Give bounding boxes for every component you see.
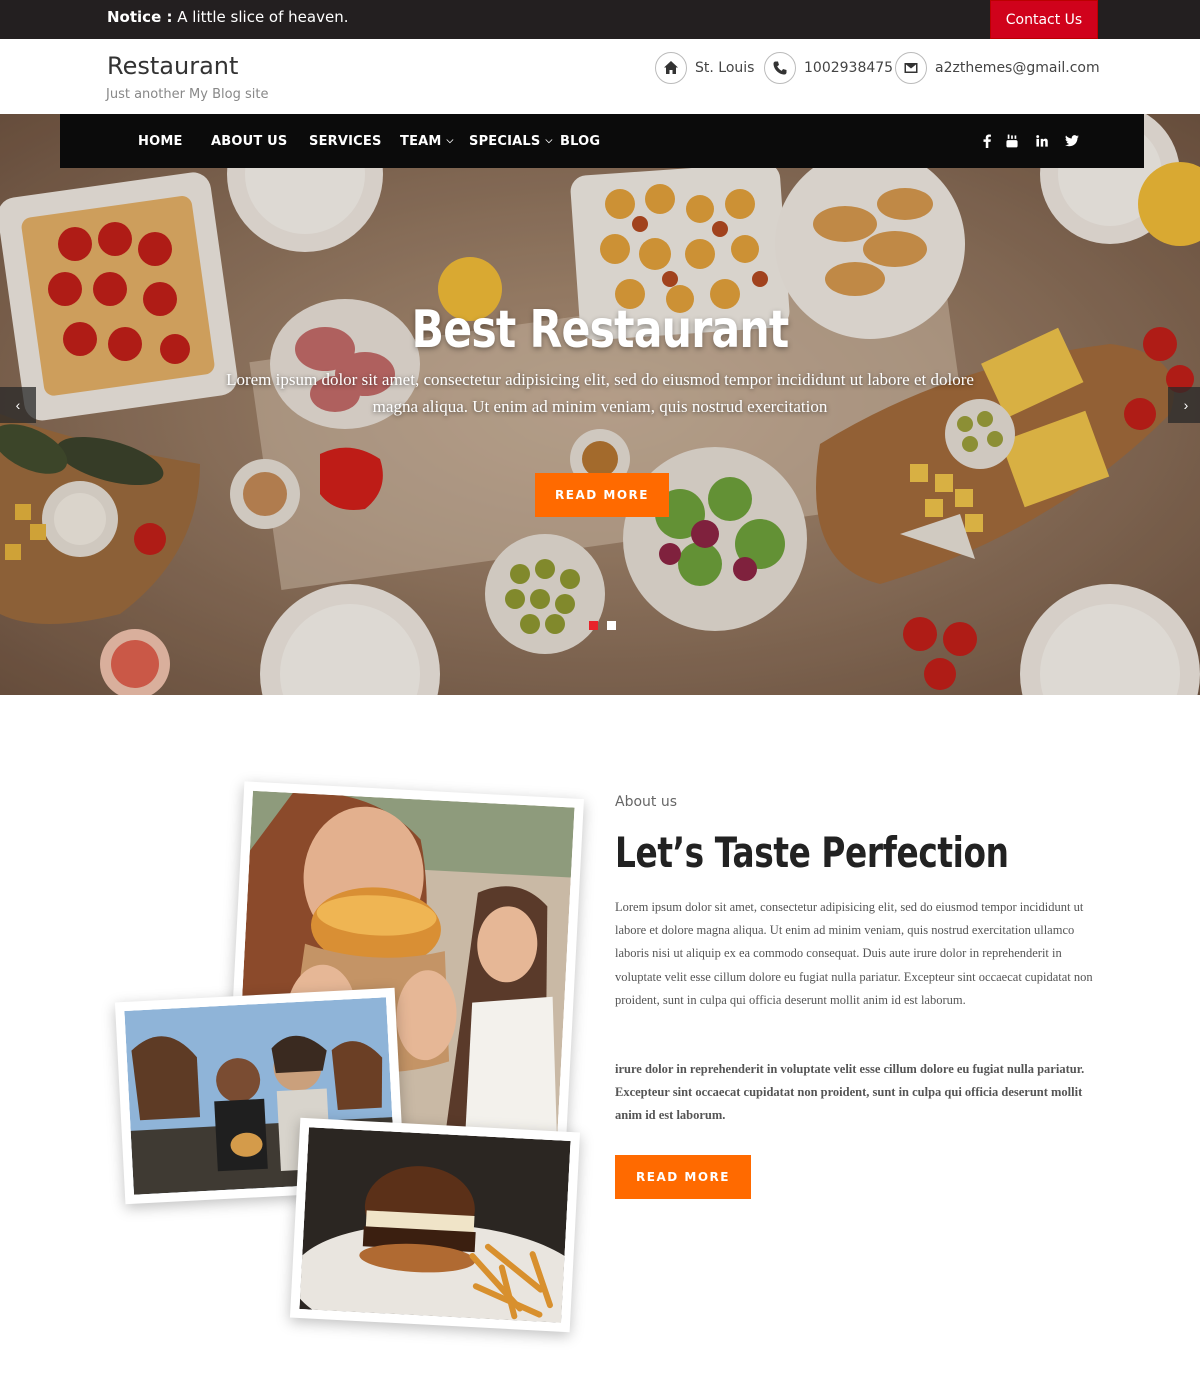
nav-services[interactable]: SERVICES (309, 114, 382, 168)
nav-team[interactable]: TEAM ⌵ (400, 114, 454, 168)
nav-label: SERVICES (309, 133, 382, 149)
location-info: St. Louis (655, 52, 754, 84)
notice-text: Notice : A little slice of heaven. (107, 8, 348, 26)
email-text[interactable]: a2zthemes@gmail.com (935, 60, 1100, 76)
slider-dot-2[interactable] (607, 621, 616, 630)
notice-bar: Notice : A little slice of heaven. Conta… (0, 0, 1200, 39)
contact-us-button[interactable]: Contact Us (990, 0, 1098, 39)
nav-label: BLOG (560, 133, 601, 149)
burger-fries-photo (289, 1117, 581, 1333)
slider-next-arrow[interactable]: › (1168, 387, 1200, 423)
about-paragraph-1: Lorem ipsum dolor sit amet, consectetur … (615, 900, 1093, 1007)
hero-title: Best Restaurant (411, 300, 790, 360)
linkedin-icon[interactable] (1036, 114, 1048, 168)
notice-message: A little slice of heaven. (177, 8, 349, 26)
phone-info: 1002938475 (764, 52, 893, 84)
about-read-more-button[interactable]: READ MORE (615, 1155, 751, 1199)
site-tagline: Just another My Blog site (106, 87, 269, 102)
twitter-icon[interactable] (1065, 114, 1079, 168)
chevron-down-icon: ⌵ (545, 136, 553, 146)
chevron-right-icon: › (1183, 397, 1189, 413)
youtube-icon[interactable] (1006, 114, 1018, 168)
slider-dot-1[interactable] (589, 621, 598, 630)
facebook-icon[interactable] (981, 114, 993, 168)
nav-label: ABOUT US (211, 133, 288, 149)
chevron-down-icon: ⌵ (446, 136, 454, 146)
nav-label: TEAM (400, 133, 442, 149)
about-paragraph-2: irure dolor in reprehenderit in voluptat… (615, 1062, 1085, 1123)
phone-icon (764, 52, 796, 84)
hero-description: Lorem ipsum dolor sit amet, consectetur … (226, 370, 974, 416)
about-title: Let’s Taste Perfection (615, 828, 1009, 877)
phone-text: 1002938475 (804, 60, 894, 76)
nav-about-us[interactable]: ABOUT US (211, 114, 288, 168)
nav-blog[interactable]: BLOG (560, 114, 600, 168)
nav-label: SPECIALS (469, 133, 541, 149)
envelope-icon (895, 52, 927, 84)
nav-label: HOME (138, 133, 183, 149)
notice-label: Notice : (107, 8, 173, 26)
about-eyebrow: About us (615, 794, 678, 810)
home-icon (655, 52, 687, 84)
nav-specials[interactable]: SPECIALS ⌵ (469, 114, 553, 168)
main-navbar: HOME ABOUT US SERVICES TEAM ⌵ SPECIALS ⌵ B… (60, 114, 1144, 168)
location-text: St. Louis (695, 60, 755, 76)
nav-home[interactable]: HOME (138, 114, 183, 168)
chevron-left-icon: ‹ (15, 397, 21, 413)
slider-prev-arrow[interactable]: ‹ (0, 387, 36, 423)
email-info: a2zthemes@gmail.com (895, 52, 1100, 84)
site-title[interactable]: Restaurant (107, 52, 238, 80)
hero-read-more-button[interactable]: READ MORE (535, 473, 669, 517)
